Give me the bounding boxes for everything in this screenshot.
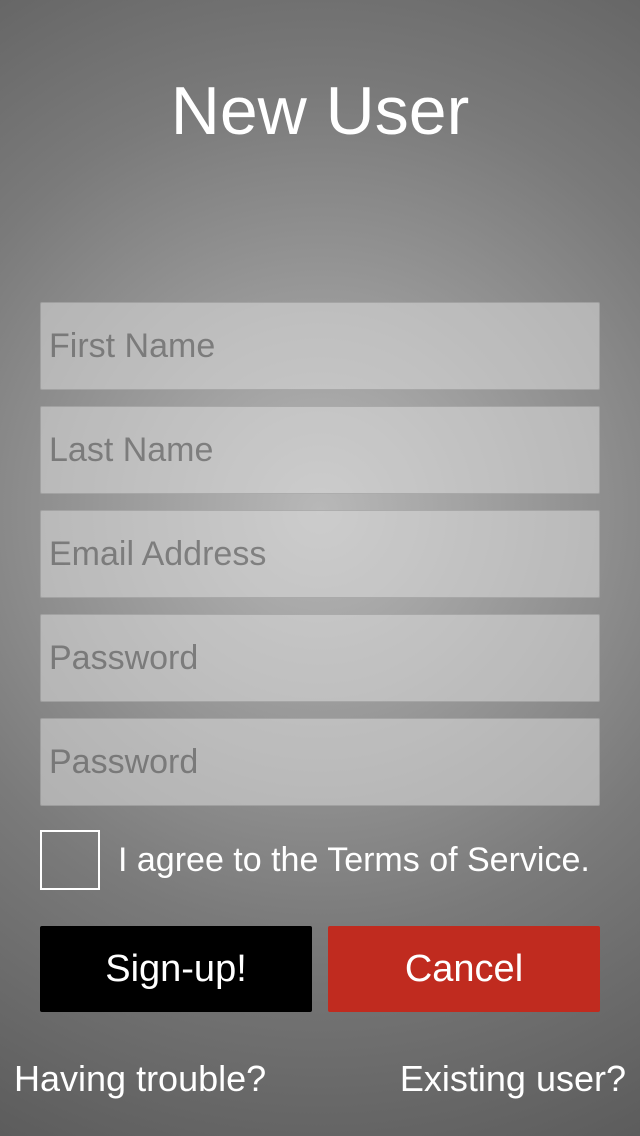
terms-checkbox[interactable]	[40, 830, 100, 890]
terms-label: I agree to the Terms of Service.	[118, 841, 590, 880]
password-confirm-field[interactable]	[40, 718, 600, 806]
trouble-link[interactable]: Having trouble?	[14, 1058, 266, 1100]
cancel-button[interactable]: Cancel	[328, 926, 600, 1012]
footer-links: Having trouble? Existing user?	[14, 1058, 626, 1100]
signup-button[interactable]: Sign-up!	[40, 926, 312, 1012]
page-title: New User	[40, 0, 600, 150]
existing-user-link[interactable]: Existing user?	[400, 1058, 626, 1100]
terms-row: I agree to the Terms of Service.	[40, 830, 600, 890]
first-name-field[interactable]	[40, 302, 600, 390]
last-name-field[interactable]	[40, 406, 600, 494]
signup-form: I agree to the Terms of Service. Sign-up…	[40, 302, 600, 1012]
password-field[interactable]	[40, 614, 600, 702]
signup-screen: New User I agree to the Terms of Service…	[0, 0, 640, 1136]
email-field[interactable]	[40, 510, 600, 598]
button-row: Sign-up! Cancel	[40, 926, 600, 1012]
